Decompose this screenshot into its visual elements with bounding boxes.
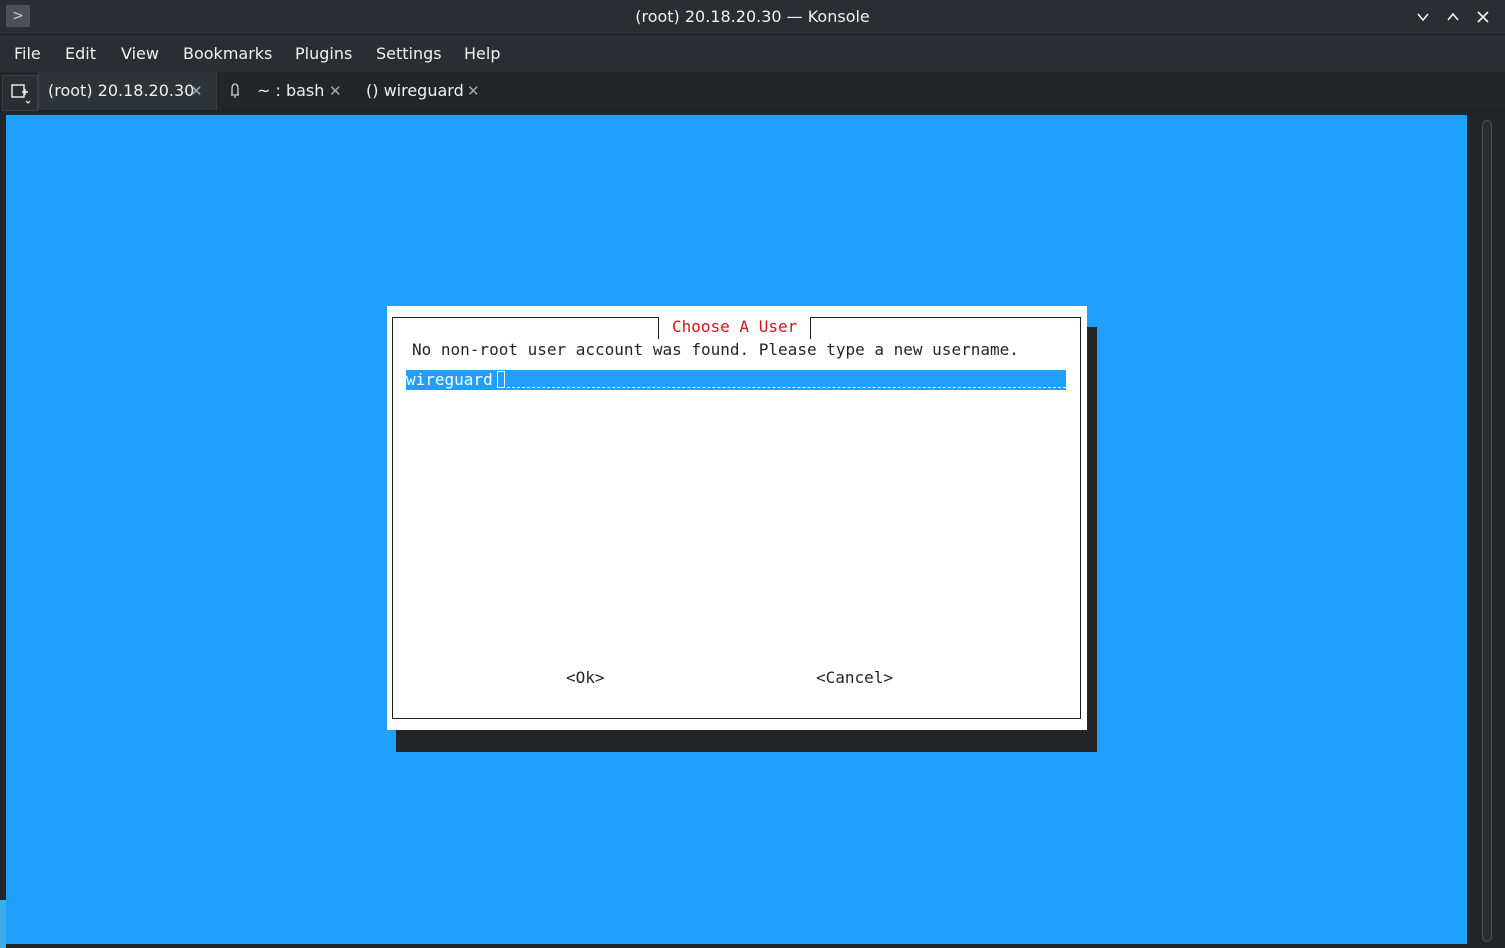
tab-bar: (root) 20.18.20.30 ✕ ~ : bash ✕ () wireg…: [0, 72, 1505, 111]
input-underline: [507, 387, 1066, 388]
username-input[interactable]: wireguard: [406, 370, 1066, 390]
dialog-message: No non-root user account was found. Plea…: [412, 340, 1019, 359]
new-tab-button[interactable]: [2, 75, 38, 111]
menu-edit[interactable]: Edit: [65, 35, 96, 72]
title-bar[interactable]: > (root) 20.18.20.30 — Konsole: [0, 0, 1505, 35]
minimize-chevron-down-icon[interactable]: [1411, 5, 1435, 29]
username-input-value: wireguard: [406, 370, 493, 389]
menu-bookmarks[interactable]: Bookmarks: [183, 35, 272, 72]
tab-close-icon[interactable]: ✕: [329, 72, 342, 110]
tab-label: ~ : bash: [257, 81, 325, 100]
tab-label: (root) 20.18.20.30: [48, 81, 195, 100]
tab-label: () wireguard: [366, 81, 464, 100]
menu-view[interactable]: View: [121, 35, 159, 72]
maximize-chevron-up-icon[interactable]: [1441, 5, 1465, 29]
menu-plugins[interactable]: Plugins: [295, 35, 352, 72]
terminal-left-edge: [0, 900, 6, 948]
tab-bash[interactable]: ~ : bash ✕: [217, 72, 352, 110]
tab-wireguard[interactable]: () wireguard ✕: [352, 72, 494, 110]
tab-close-icon[interactable]: ✕: [467, 72, 480, 110]
tab-close-icon[interactable]: ✕: [190, 72, 203, 110]
menu-help[interactable]: Help: [464, 35, 500, 72]
tab-root-session[interactable]: (root) 20.18.20.30 ✕: [38, 72, 217, 110]
dialog-title: Choose A User: [658, 317, 812, 339]
close-icon[interactable]: [1471, 5, 1495, 29]
menu-file[interactable]: File: [14, 35, 41, 72]
konsole-window: > (root) 20.18.20.30 — Konsole File Edit…: [0, 0, 1505, 948]
ok-button[interactable]: <Ok>: [566, 668, 605, 688]
text-cursor: [497, 371, 505, 388]
scrollbar-thumb[interactable]: [1482, 120, 1492, 942]
new-tab-icon: [11, 84, 31, 104]
menu-bar: File Edit View Bookmarks Plugins Setting…: [0, 35, 1505, 72]
window-title: (root) 20.18.20.30 — Konsole: [635, 7, 870, 26]
cancel-button[interactable]: <Cancel>: [816, 668, 893, 688]
menu-settings[interactable]: Settings: [376, 35, 442, 72]
